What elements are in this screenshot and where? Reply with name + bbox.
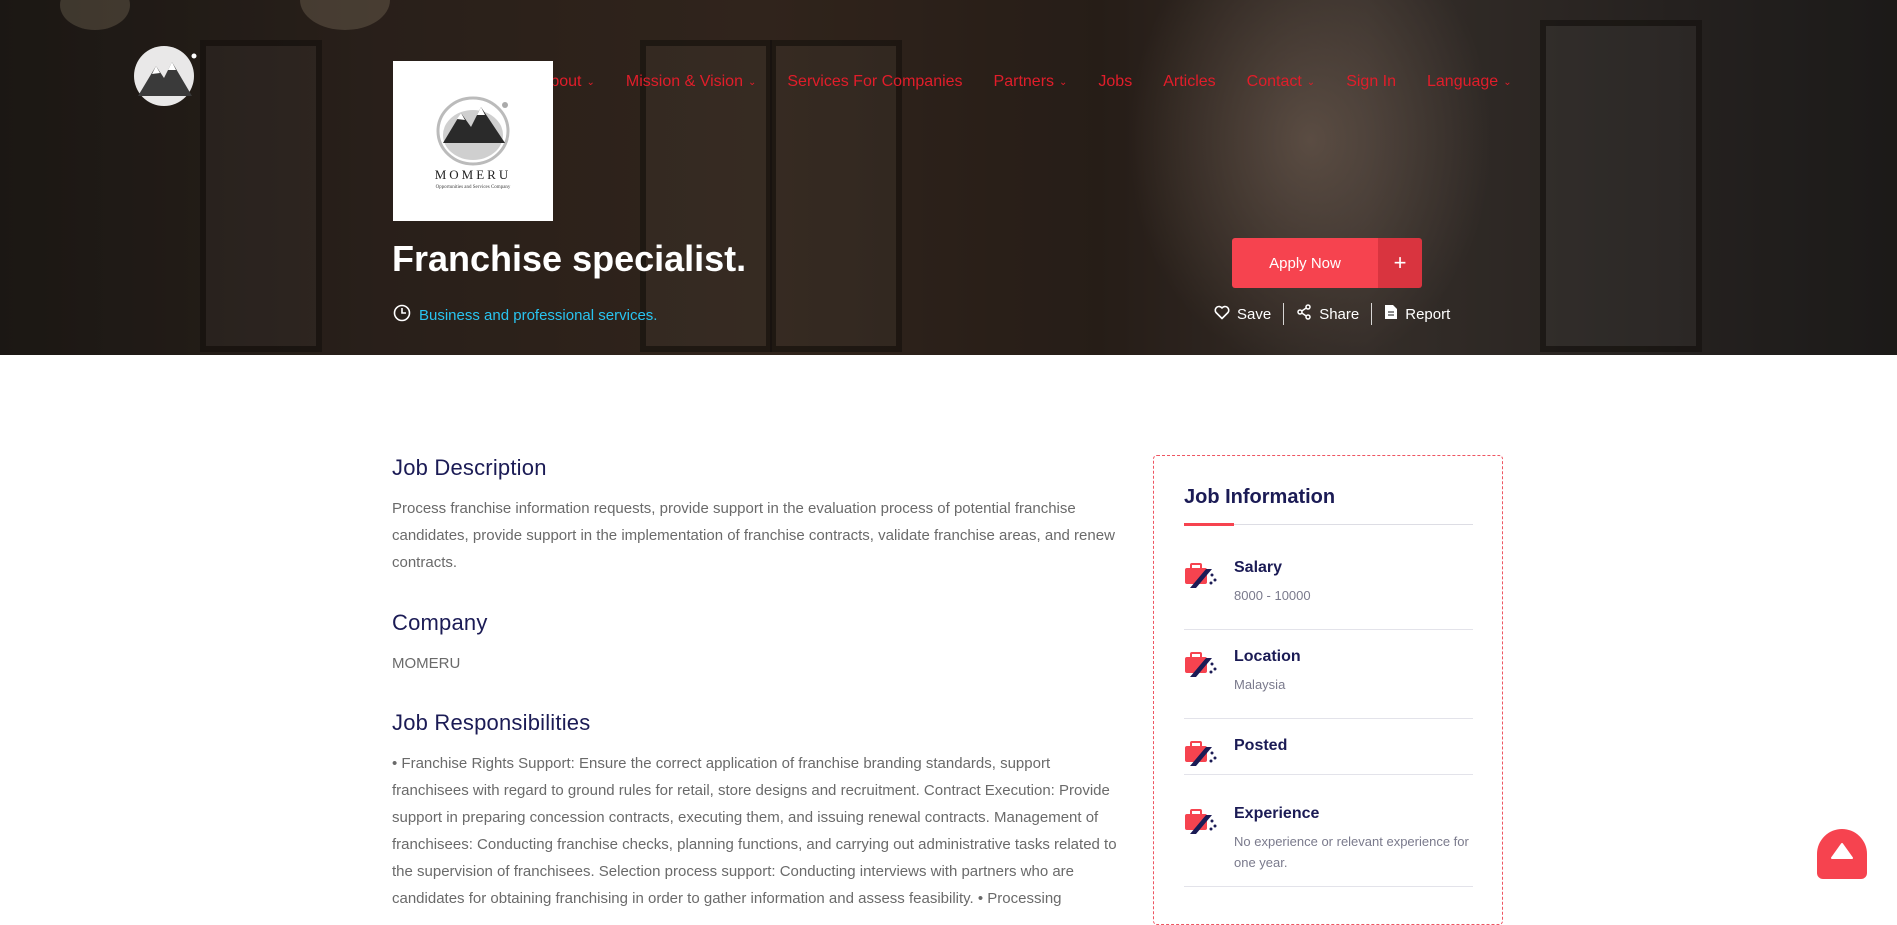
job-details: Job Description Process franchise inform… — [392, 455, 1122, 912]
info-label: Posted — [1234, 737, 1288, 754]
report-label: Report — [1405, 305, 1451, 323]
nav-item-jobs[interactable]: Jobs — [1098, 73, 1132, 91]
job-responsibilities-heading: Job Responsibilities — [392, 710, 591, 735]
job-description-text: Process franchise information requests, … — [392, 500, 1115, 571]
nav-item-sign-in[interactable]: Sign In — [1346, 73, 1396, 91]
nav-item-services-for-companies[interactable]: Services For Companies — [787, 73, 962, 91]
arrow-up-icon — [1830, 842, 1854, 867]
job-hero: HomeAbout⌄Mission & Vision⌄Services For … — [0, 0, 1897, 355]
nav-item-label: Contact — [1246, 73, 1302, 90]
nav-item-contact[interactable]: Contact ⌄ — [1247, 73, 1316, 91]
info-value: No experience or relevant experience for… — [1234, 834, 1469, 870]
job-description-heading: Job Description — [392, 455, 547, 480]
nav-item-label: Partners — [993, 73, 1055, 90]
company-heading: Company — [392, 610, 488, 635]
company-logo-name: MOMERU — [435, 167, 512, 182]
apply-now-label: Apply Now — [1232, 238, 1378, 288]
nav-item-label: Articles — [1163, 73, 1216, 90]
nav-item-mission-vision[interactable]: Mission & Vision ⌄ — [626, 73, 756, 91]
job-information-heading: Job Information — [1184, 486, 1336, 508]
report-button[interactable]: Report — [1372, 304, 1462, 324]
nav-item-label: Jobs — [1098, 73, 1133, 90]
job-category[interactable]: Business and professional services. — [393, 304, 657, 326]
save-label: Save — [1237, 305, 1272, 323]
info-label: Salary — [1234, 559, 1283, 576]
main-nav: HomeAbout⌄Mission & Vision⌄Services For … — [466, 73, 1543, 91]
job-title: Franchise specialist. — [392, 238, 747, 279]
chevron-down-icon: ⌄ — [1306, 76, 1316, 88]
heading-rule-accent — [1184, 523, 1234, 526]
nav-item-language[interactable]: Language ⌄ — [1427, 73, 1512, 91]
nav-item-label: Services For Companies — [787, 73, 963, 90]
nav-item-label: Sign In — [1346, 73, 1396, 90]
nav-item-partners[interactable]: Partners ⌄ — [994, 73, 1068, 91]
heart-icon — [1214, 305, 1230, 324]
briefcase-icon — [1184, 650, 1218, 678]
nav-item-articles[interactable]: Articles — [1163, 73, 1215, 91]
share-label: Share — [1319, 305, 1360, 323]
apply-now-button[interactable]: Apply Now + — [1232, 238, 1422, 288]
info-value: Malaysia — [1234, 677, 1286, 692]
info-divider — [1184, 718, 1473, 719]
briefcase-icon — [1184, 561, 1218, 589]
document-icon — [1384, 304, 1398, 324]
job-information-card: Job Information Salary 8000 - 10000 Loca… — [1153, 455, 1503, 925]
plus-icon: + — [1378, 238, 1422, 288]
chevron-down-icon: ⌄ — [586, 76, 595, 88]
share-button[interactable]: Share — [1284, 304, 1371, 324]
scroll-to-top-button[interactable] — [1817, 829, 1867, 879]
company-logo: MOMERU Opportunities and Services Compan… — [393, 61, 553, 221]
hero-overlay — [0, 0, 1897, 355]
info-divider — [1184, 629, 1473, 630]
job-category-label: Business and professional services. — [419, 306, 658, 324]
info-label: Location — [1234, 648, 1301, 665]
chevron-down-icon: ⌄ — [747, 76, 757, 88]
briefcase-icon — [1184, 739, 1218, 767]
info-label: Experience — [1234, 805, 1320, 822]
clock-icon — [393, 304, 411, 326]
briefcase-icon — [1184, 807, 1218, 835]
job-actions: Save Share Report — [1214, 303, 1462, 325]
info-divider — [1184, 774, 1473, 775]
action-divider — [1283, 303, 1285, 325]
save-button[interactable]: Save — [1214, 305, 1283, 324]
company-text: MOMERU — [392, 655, 461, 672]
info-divider — [1184, 886, 1473, 887]
nav-item-label: Language — [1427, 73, 1499, 90]
info-value: 8000 - 10000 — [1234, 588, 1311, 603]
chevron-down-icon: ⌄ — [1503, 76, 1512, 88]
company-logo-tagline: Opportunities and Services Company — [436, 185, 511, 190]
nav-item-label: Mission & Vision — [625, 73, 743, 90]
site-logo[interactable] — [126, 40, 204, 116]
job-responsibilities-text: • Franchise Rights Support: Ensure the c… — [392, 755, 1117, 907]
share-icon — [1296, 304, 1312, 324]
chevron-down-icon: ⌄ — [1059, 76, 1068, 88]
action-divider — [1371, 303, 1373, 325]
